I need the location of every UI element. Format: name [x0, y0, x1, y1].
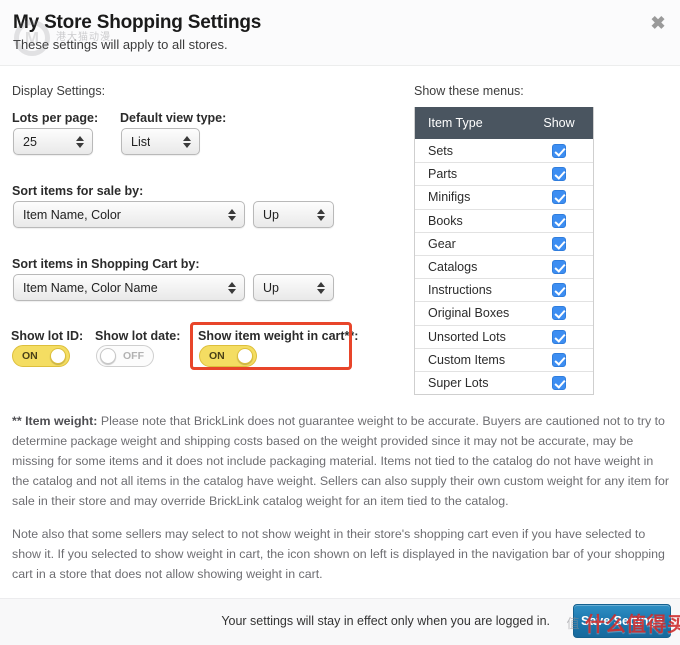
checkbox-checked-icon[interactable]: [552, 352, 566, 367]
menu-show-cell: [525, 190, 593, 205]
checkbox-checked-icon[interactable]: [552, 167, 566, 182]
menu-show-cell: [525, 352, 593, 367]
checkbox-checked-icon[interactable]: [552, 236, 566, 251]
settings-dialog: My Store Shopping Settings These setting…: [0, 0, 680, 645]
footer-note: Your settings will stay in effect only w…: [221, 614, 550, 628]
default-view-type-label: Default view type:: [120, 111, 227, 125]
stepper-arrows-icon: [182, 134, 191, 150]
display-settings-label: Display Settings:: [12, 84, 106, 98]
table-row: Unsorted Lots: [415, 324, 593, 348]
menu-item-type: Custom Items: [428, 352, 506, 367]
stepper-arrows-icon: [316, 280, 325, 296]
stepper-arrows-icon: [75, 134, 84, 150]
show-lot-date-toggle[interactable]: OFF: [96, 345, 154, 367]
checkbox-checked-icon[interactable]: [552, 260, 566, 275]
default-view-type-value: List: [131, 135, 151, 149]
column-header-item-type: Item Type: [428, 116, 483, 130]
menu-show-cell: [525, 260, 593, 275]
menu-show-cell: [525, 306, 593, 321]
menu-item-type: Books: [428, 213, 463, 228]
show-these-menus-label: Show these menus:: [414, 84, 524, 98]
table-row: Custom Items: [415, 347, 593, 371]
item-weight-note: ** Item weight: Please note that BrickLi…: [12, 411, 670, 511]
sort-for-sale-field-select[interactable]: Item Name, Color: [13, 201, 245, 228]
show-item-weight-state: ON: [209, 350, 225, 362]
menu-item-type: Catalogs: [428, 260, 478, 275]
checkbox-checked-icon[interactable]: [552, 306, 566, 321]
save-settings-button[interactable]: Save Settings: [573, 604, 671, 638]
stepper-arrows-icon: [227, 207, 236, 223]
sort-for-sale-direction-value: Up: [263, 208, 279, 222]
menu-show-cell: [525, 329, 593, 344]
checkbox-checked-icon[interactable]: [552, 329, 566, 344]
sort-for-sale-direction-select[interactable]: Up: [253, 201, 334, 228]
menu-show-cell: [525, 213, 593, 228]
menu-show-cell: [525, 143, 593, 158]
checkbox-checked-icon[interactable]: [552, 375, 566, 390]
show-lot-date-label: Show lot date:: [95, 329, 181, 343]
table-row: Parts: [415, 162, 593, 186]
table-row: Original Boxes: [415, 301, 593, 325]
menu-item-type: Minifigs: [428, 190, 471, 205]
table-header-row: Item Type Show: [415, 107, 593, 139]
table-row: Books: [415, 208, 593, 232]
menus-table-body: Sets Parts Minifigs Books Gear Catalogs Instru…: [415, 139, 593, 395]
stepper-arrows-icon: [316, 207, 325, 223]
page-subtitle: These settings will apply to all stores.: [13, 37, 228, 52]
menu-item-type: Super Lots: [428, 375, 489, 390]
sort-cart-field-value: Item Name, Color Name: [23, 281, 158, 295]
table-row: Instructions: [415, 278, 593, 302]
show-lot-id-state: ON: [22, 350, 38, 362]
table-row: Gear: [415, 231, 593, 255]
checkbox-checked-icon[interactable]: [552, 190, 566, 205]
close-icon[interactable]: ✖: [645, 10, 671, 36]
menu-show-cell: [525, 167, 593, 182]
toggle-knob: [237, 348, 253, 364]
menu-item-type: Sets: [428, 143, 454, 158]
dialog-header: My Store Shopping Settings These setting…: [0, 0, 680, 66]
stepper-arrows-icon: [227, 280, 236, 296]
sort-cart-field-select[interactable]: Item Name, Color Name: [13, 274, 245, 301]
seller-weight-note: Note also that some sellers may select t…: [12, 527, 665, 581]
page-title: My Store Shopping Settings: [13, 12, 262, 33]
table-row: Catalogs: [415, 254, 593, 279]
checkbox-checked-icon[interactable]: [552, 143, 566, 158]
lots-per-page-select[interactable]: 25: [13, 128, 93, 155]
checkbox-checked-icon[interactable]: [552, 283, 566, 298]
default-view-type-select[interactable]: List: [121, 128, 200, 155]
menus-table: Item Type Show Sets Parts Minifigs Books Gea…: [414, 107, 594, 396]
column-header-show: Show: [543, 116, 575, 130]
menu-item-type: Gear: [428, 236, 456, 251]
show-item-weight-label: Show item weight in cart**:: [198, 329, 359, 343]
sort-cart-direction-select[interactable]: Up: [253, 274, 334, 301]
lots-per-page-value: 25: [23, 135, 37, 149]
item-weight-note-lead: ** Item weight:: [12, 414, 98, 428]
item-weight-note-body: Please note that BrickLink does not guar…: [12, 414, 670, 508]
show-lot-date-state: OFF: [123, 350, 144, 362]
lots-per-page-label: Lots per page:: [12, 111, 99, 125]
table-row: Sets: [415, 139, 593, 163]
table-row: Super Lots: [415, 370, 593, 395]
menu-show-cell: [525, 283, 593, 298]
toggle-knob: [50, 348, 66, 364]
menu-item-type: Original Boxes: [428, 306, 510, 321]
checkbox-checked-icon[interactable]: [552, 213, 566, 228]
sort-for-sale-field-value: Item Name, Color: [23, 208, 121, 222]
sort-cart-label: Sort items in Shopping Cart by:: [12, 257, 200, 271]
show-item-weight-toggle[interactable]: ON: [199, 345, 257, 367]
menu-item-type: Unsorted Lots: [428, 329, 506, 344]
menu-show-cell: [525, 375, 593, 390]
sort-cart-direction-value: Up: [263, 281, 279, 295]
menu-item-type: Instructions: [428, 283, 492, 298]
menu-item-type: Parts: [428, 167, 458, 182]
table-row: Minifigs: [415, 185, 593, 209]
sort-for-sale-label: Sort items for sale by:: [12, 184, 144, 198]
show-lot-id-toggle[interactable]: ON: [12, 345, 70, 367]
show-lot-id-label: Show lot ID:: [11, 329, 84, 343]
menu-show-cell: [525, 236, 593, 251]
toggle-knob: [100, 348, 116, 364]
